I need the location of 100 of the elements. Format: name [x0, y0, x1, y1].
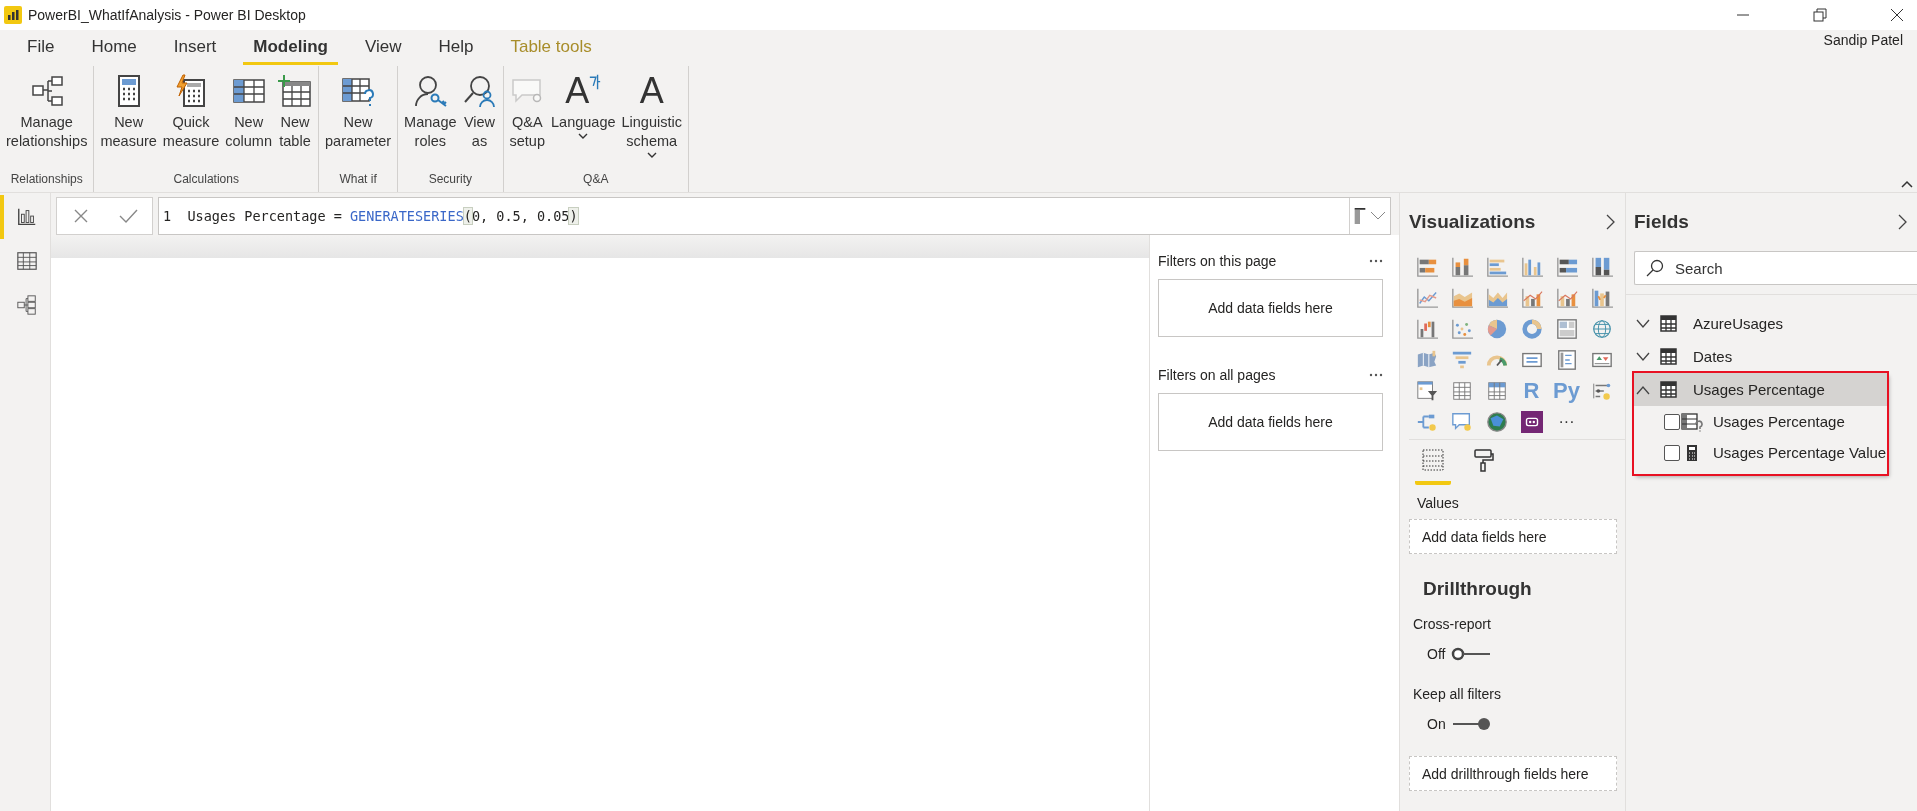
- column-chart-icon[interactable]: [1590, 255, 1613, 278]
- custom-visual-icon[interactable]: [1520, 410, 1543, 433]
- more-options-icon[interactable]: [1369, 373, 1383, 377]
- bar-chart-icon[interactable]: [1555, 255, 1578, 278]
- ribbon-button[interactable]: View as: [460, 70, 499, 170]
- field-name[interactable]: Usages Percentage: [1713, 413, 1845, 430]
- caret-icon: [646, 151, 657, 159]
- filter-drop-zone[interactable]: Add data fields here: [1158, 279, 1383, 337]
- toggle-switch[interactable]: [1451, 717, 1492, 731]
- search-field[interactable]: Search: [1634, 251, 1917, 285]
- table-tree-item[interactable]: AzureUsages: [1634, 307, 1917, 340]
- user-name: Sandip Patel: [1823, 32, 1903, 48]
- toggle-state: Off: [1427, 646, 1446, 662]
- ribbon-button[interactable]: Manage relationships: [4, 70, 90, 170]
- ribbon-chart-icon[interactable]: [1590, 286, 1613, 309]
- area-chart-icon[interactable]: [1450, 286, 1473, 309]
- restore-icon[interactable]: [1810, 5, 1830, 25]
- ribbon-tab[interactable]: Help: [428, 31, 484, 65]
- ribbon-button[interactable]: New column: [223, 70, 274, 170]
- toggle-state: On: [1427, 716, 1446, 732]
- clustered-bar-chart-icon[interactable]: [1485, 255, 1508, 278]
- filter-drop-zone[interactable]: Add data fields here: [1158, 393, 1383, 451]
- well-label: Values: [1417, 495, 1460, 511]
- toggle-switch[interactable]: [1451, 647, 1492, 661]
- scatter-chart-icon[interactable]: [1450, 317, 1473, 340]
- multi-row-card-icon[interactable]: [1555, 348, 1578, 371]
- ribbon-button[interactable]: Manage roles: [402, 70, 459, 170]
- stacked-bar-chart-icon[interactable]: [1415, 255, 1438, 278]
- ribbon-button[interactable]: New measure: [98, 70, 159, 170]
- ribbon-button[interactable]: A Linguistic schema: [619, 70, 684, 170]
- model-icon: [16, 294, 38, 316]
- ribbon-button[interactable]: A Language: [549, 70, 618, 170]
- ribbon-tab[interactable]: File: [17, 31, 65, 65]
- chevron-down-icon: [1636, 351, 1650, 362]
- ribbon-tab[interactable]: Insert: [163, 31, 227, 65]
- user-key-icon: [413, 74, 448, 108]
- table-tree-item[interactable]: Dates: [1634, 340, 1917, 373]
- table-icon: [1660, 381, 1677, 398]
- toggle-label: Keep all filters: [1413, 686, 1502, 702]
- table-icon: [1660, 315, 1677, 332]
- relationships-icon: [29, 74, 64, 108]
- stacked-column-chart-icon[interactable]: [1450, 255, 1473, 278]
- ribbon-button[interactable]: New parameter: [323, 70, 394, 170]
- line-and-column-chart-icon[interactable]: [1555, 286, 1578, 309]
- line-chart-icon[interactable]: [1415, 286, 1438, 309]
- chevron-right-icon[interactable]: [1897, 214, 1907, 230]
- donut-chart-icon[interactable]: [1520, 317, 1543, 340]
- letter-glyph: A: [639, 74, 664, 108]
- table-tree-item[interactable]: Usages Percentage: [1634, 373, 1887, 406]
- slicer-icon[interactable]: [1415, 379, 1438, 402]
- dashed-grid-icon: [1421, 448, 1445, 472]
- ribbon-group-label: Relationships: [9, 171, 84, 188]
- pie-chart-icon[interactable]: [1485, 317, 1508, 340]
- scroll-thumb-icon[interactable]: [1354, 208, 1366, 224]
- ribbon-button[interactable]: New table: [276, 70, 314, 170]
- clustered-column-chart-icon[interactable]: [1520, 255, 1543, 278]
- field-name[interactable]: Usages Percentage Value: [1713, 444, 1887, 461]
- ribbon-tab[interactable]: View: [354, 31, 412, 65]
- more-options-icon[interactable]: [1369, 259, 1383, 263]
- speech-bubble-icon[interactable]: [1450, 410, 1473, 433]
- pane-title: Fields: [1634, 211, 1689, 233]
- checkbox[interactable]: [1664, 444, 1680, 461]
- treemap-icon[interactable]: [1555, 317, 1578, 340]
- ribbon-tab[interactable]: Home: [81, 31, 147, 65]
- globe-icon[interactable]: [1590, 317, 1613, 340]
- table-icon: [1660, 348, 1677, 365]
- drillthrough-drop-zone[interactable]: Add drillthrough fields here: [1409, 756, 1617, 791]
- visual-type-glyph[interactable]: ···: [1558, 412, 1575, 431]
- line-and-column-chart-icon[interactable]: [1520, 286, 1543, 309]
- chevron-right-icon[interactable]: [1605, 214, 1615, 230]
- table-question-icon: [1681, 411, 1703, 432]
- letter-glyph: A: [565, 74, 590, 108]
- ribbon-group-label: Calculations: [172, 171, 240, 188]
- table-icon[interactable]: [1450, 379, 1473, 402]
- paint-roller-icon: [1471, 448, 1495, 472]
- waterfall-chart-icon[interactable]: [1415, 317, 1438, 340]
- ribbon-tab[interactable]: Modeling: [243, 31, 338, 65]
- collapse-ribbon-icon[interactable]: [1901, 180, 1913, 188]
- toggle-label: Cross-report: [1413, 616, 1492, 632]
- ribbon-button[interactable]: Quick measure: [160, 70, 222, 170]
- pane-title: Visualizations: [1409, 211, 1536, 233]
- fields-tab[interactable]: [1415, 446, 1451, 485]
- ribbon-group-label: Q&A: [582, 171, 610, 188]
- window-title: PowerBI_WhatIfAnalysis - Power BI Desktop: [28, 7, 307, 23]
- section-heading: Drillthrough: [1423, 578, 1533, 600]
- formula-field[interactable]: 1 Usages Percentage = GENERATESERIES(0, 0.5, 0.05): [158, 197, 1391, 235]
- chevron-down-icon: [1636, 318, 1650, 329]
- table-add-icon: [278, 74, 312, 108]
- globe-icon[interactable]: [1485, 410, 1508, 433]
- checkbox[interactable]: [1664, 413, 1680, 430]
- matrix-icon[interactable]: [1485, 379, 1508, 402]
- ribbon-group-label: What if: [338, 171, 378, 188]
- table-icon: [16, 250, 38, 272]
- filters-heading: Filters on all pages: [1158, 367, 1276, 383]
- script-strokes-icon: [589, 74, 602, 90]
- filters-heading: Filters on this page: [1158, 253, 1277, 269]
- chevron-up-icon: [1636, 384, 1650, 395]
- stacked-area-chart-icon[interactable]: [1485, 286, 1508, 309]
- values-drop-zone[interactable]: Add data fields here: [1409, 519, 1617, 554]
- ribbon-group-label: Security: [427, 171, 473, 188]
